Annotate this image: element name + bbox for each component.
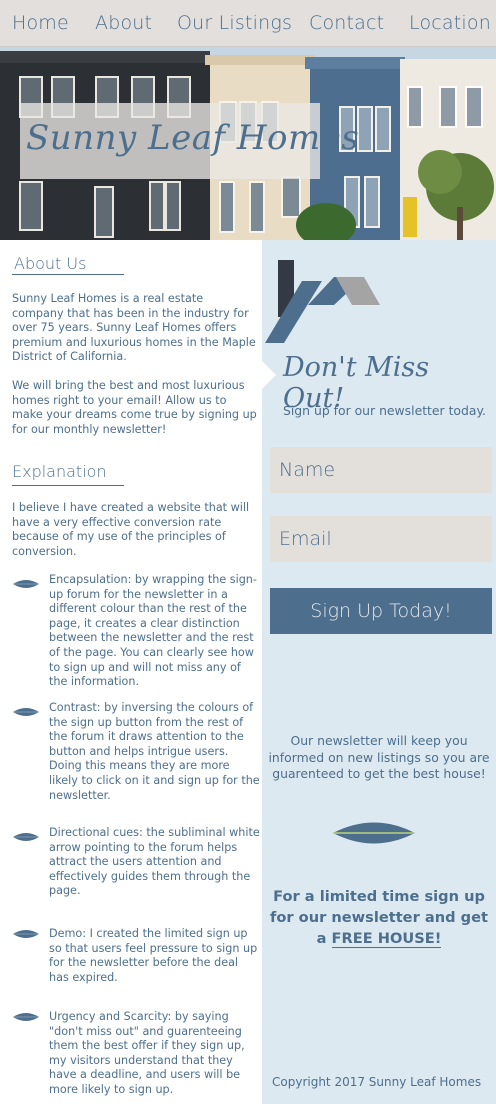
name-field[interactable]	[270, 447, 492, 493]
leaf-icon	[333, 822, 415, 844]
nav-location-link[interactable]: Location	[409, 12, 491, 34]
leaf-bullet-icon	[13, 580, 39, 588]
leaf-bullet-icon	[13, 1013, 39, 1021]
explanation-heading: Explanation	[12, 462, 107, 481]
directional-arrow	[262, 361, 276, 389]
about-heading: About Us	[14, 254, 87, 273]
copyright-text: Copyright 2017 Sunny Leaf Homes	[272, 1075, 482, 1089]
hero-banner: Sunny Leaf Homes	[0, 47, 496, 240]
newsletter-description: Our newsletter will keep you informed on…	[268, 733, 490, 781]
explanation-intro: I believe I have created a website that …	[12, 501, 250, 558]
explanation-item-text: Demo: I created the limited sign up so t…	[49, 927, 258, 984]
brand-name: Sunny Leaf Homes	[26, 118, 360, 158]
sign-up-button[interactable]: Sign Up Today!	[270, 588, 492, 634]
house-logo-icon	[265, 260, 380, 343]
explanation-item-text: Encapsulation: by wrapping the sign-up f…	[49, 573, 257, 689]
nav-listings-link[interactable]: Our Listings	[177, 12, 292, 34]
email-field[interactable]	[270, 516, 492, 562]
leaf-bullet-icon	[13, 833, 39, 841]
newsletter-subheading: Sign up for our newsletter today.	[283, 403, 486, 418]
top-navigation: Home About Our Listings Contact Location	[0, 0, 496, 47]
nav-home-link[interactable]: Home	[12, 12, 69, 34]
about-paragraph-1: Sunny Leaf Homes is a real estate compan…	[12, 292, 256, 364]
nav-contact-link[interactable]: Contact	[309, 12, 384, 34]
about-paragraph-2: We will bring the best and most luxuriou…	[12, 379, 257, 436]
explanation-heading-rule	[12, 485, 124, 486]
free-house-link[interactable]: FREE HOUSE!	[331, 930, 442, 948]
leaf-bullet-icon	[13, 930, 39, 938]
free-house-offer: For a limited time sign up for our newsl…	[265, 886, 493, 949]
explanation-item-text: Contrast: by inversing the colours of th…	[49, 701, 260, 802]
about-heading-rule	[12, 274, 124, 275]
explanation-item-text: Directional cues: the subliminal white a…	[49, 826, 260, 898]
leaf-bullet-icon	[13, 708, 39, 716]
nav-about-link[interactable]: About	[95, 12, 152, 34]
explanation-item-text: Urgency and Scarcity: by saying "don't m…	[49, 1010, 245, 1096]
